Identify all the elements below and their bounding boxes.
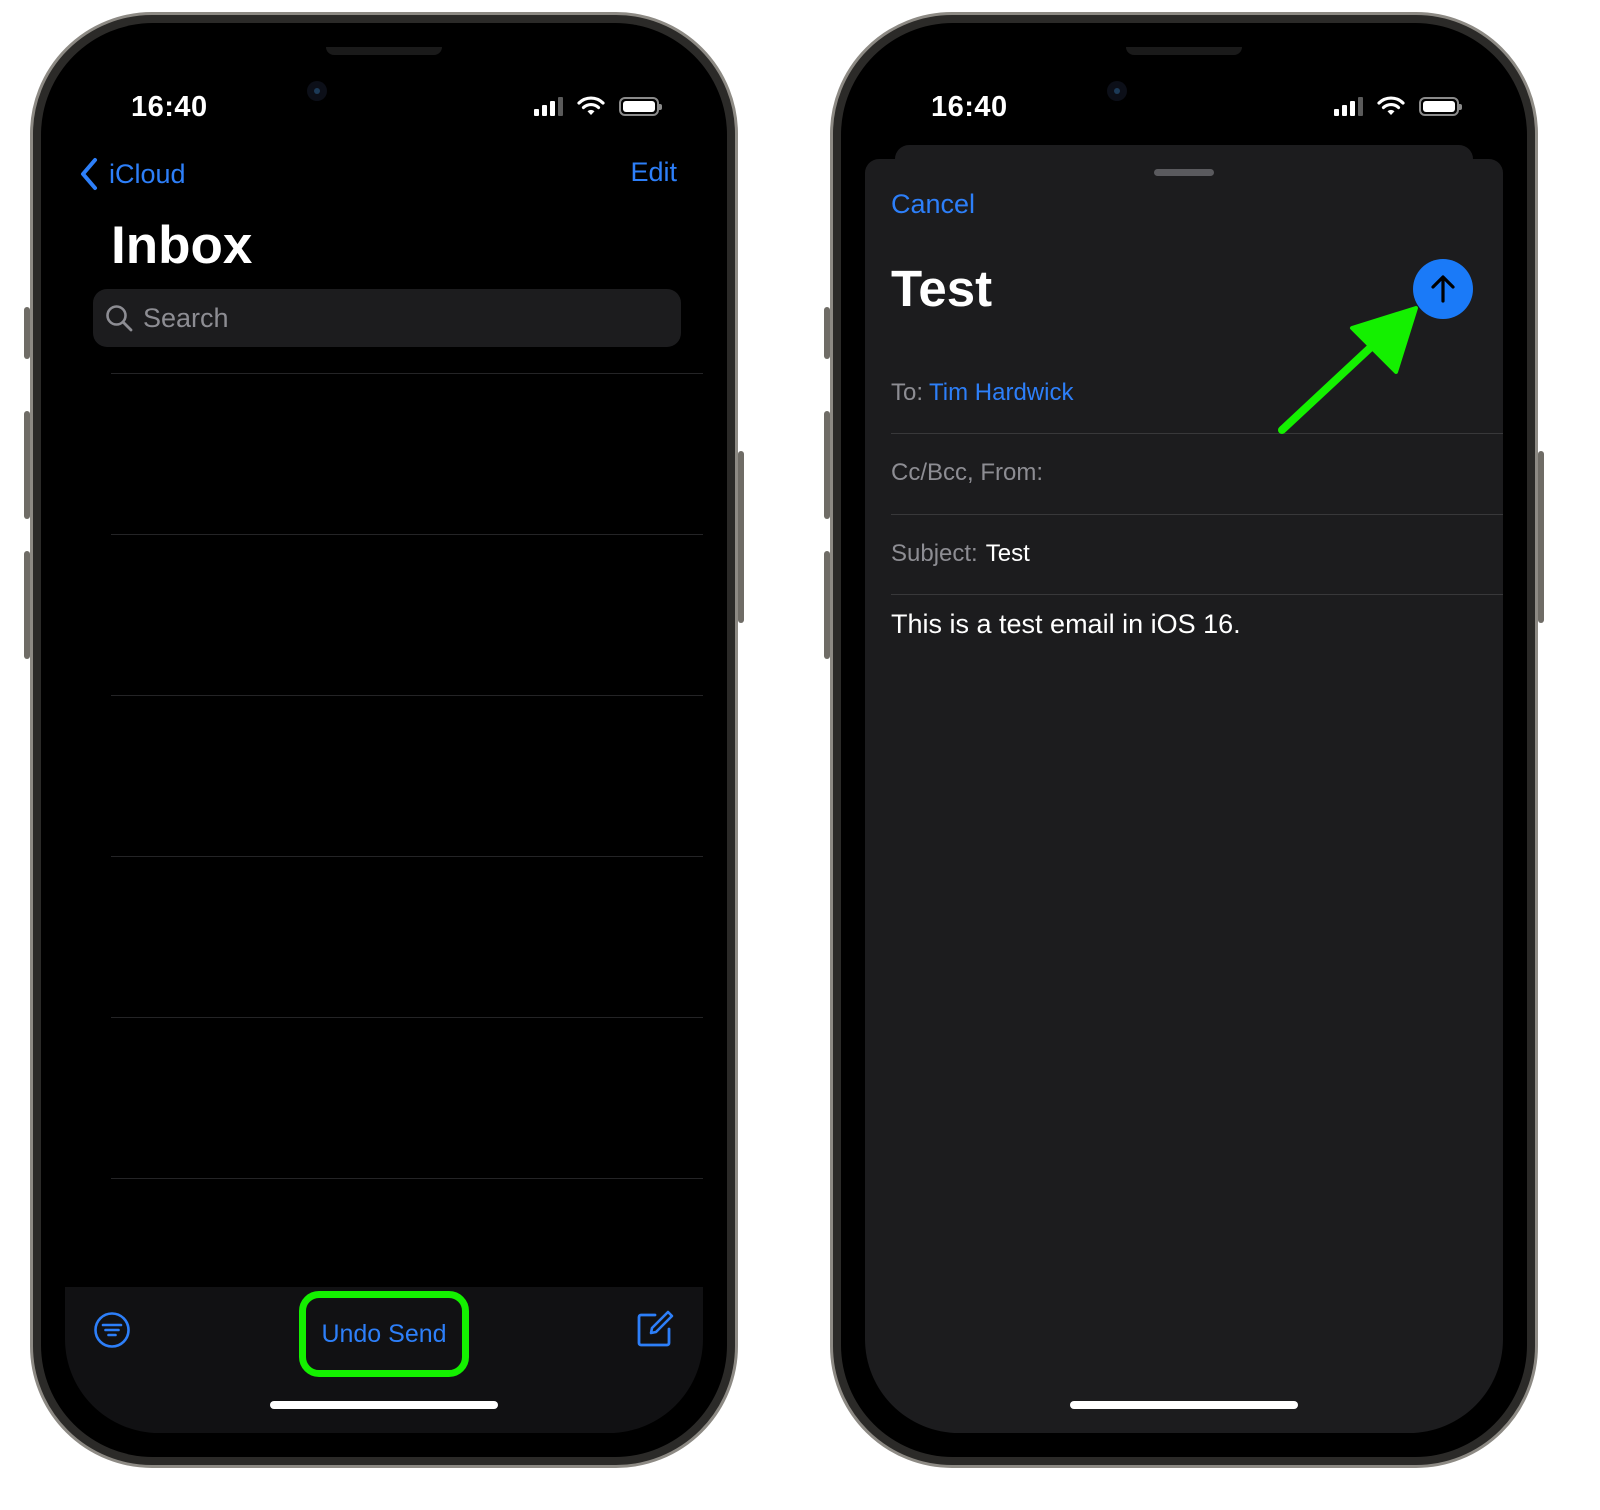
front-camera <box>307 81 327 101</box>
mute-switch <box>24 307 30 359</box>
compose-icon[interactable] <box>635 1309 675 1349</box>
list-divider <box>111 373 703 374</box>
cc-bcc-label: Cc/Bcc, From: <box>891 459 1044 486</box>
right-phone-frame: 16:40 Cancel Test To: Tim Hardwick Cc/Bc… <box>824 12 1544 1468</box>
side-button <box>738 451 744 623</box>
filter-icon[interactable] <box>93 1311 131 1349</box>
signal-icon <box>1334 96 1363 116</box>
signal-icon <box>534 96 563 116</box>
bottom-toolbar: Undo Send <box>65 1287 703 1433</box>
wifi-icon <box>1377 96 1405 115</box>
volume-up-button <box>824 411 830 519</box>
send-arrow-icon <box>1431 275 1455 303</box>
compose-title: Test <box>891 260 993 317</box>
send-button[interactable] <box>1413 259 1473 319</box>
email-body[interactable]: This is a test email in iOS 16. <box>891 609 1241 640</box>
cc-bcc-field[interactable]: Cc/Bcc, From: <box>891 459 1503 487</box>
front-camera <box>1107 81 1127 101</box>
subject-value[interactable]: Test <box>986 540 1030 567</box>
back-button[interactable]: iCloud <box>79 157 186 191</box>
status-time: 16:40 <box>931 91 1008 123</box>
page-title: Inbox <box>111 216 253 275</box>
field-divider <box>891 514 1503 515</box>
bezel: 16:40 Cancel Test To: Tim Hardwick Cc/Bc… <box>841 23 1527 1457</box>
cancel-button[interactable]: Cancel <box>891 189 975 220</box>
subject-field[interactable]: Subject: Test <box>891 540 1503 568</box>
to-label: To: <box>891 379 924 406</box>
inbox-screen: 16:40 iCloud Edit Inbox Search Undo Send <box>65 47 703 1433</box>
compose-sheet: Cancel Test To: Tim Hardwick Cc/Bcc, From… <box>865 159 1503 1433</box>
subject-label: Subject: <box>891 540 978 567</box>
to-recipient[interactable]: Tim Hardwick <box>929 379 1073 406</box>
list-divider <box>111 1178 703 1179</box>
side-button <box>1538 451 1544 623</box>
mute-switch <box>824 307 830 359</box>
volume-up-button <box>24 411 30 519</box>
search-icon <box>106 305 133 332</box>
field-divider <box>891 433 1503 434</box>
list-divider <box>111 1017 703 1018</box>
back-label: iCloud <box>109 158 186 189</box>
search-field[interactable]: Search <box>93 289 681 347</box>
battery-icon <box>1419 96 1462 116</box>
notch <box>326 47 442 55</box>
list-divider <box>111 534 703 535</box>
compose-screen: 16:40 Cancel Test To: Tim Hardwick Cc/Bc… <box>865 47 1503 1433</box>
battery-icon <box>619 96 662 116</box>
wifi-icon <box>577 96 605 115</box>
volume-down-button <box>824 551 830 659</box>
chevron-left-icon <box>81 158 97 190</box>
home-indicator <box>1070 1401 1298 1409</box>
status-icons <box>534 95 662 117</box>
left-phone-frame: 16:40 iCloud Edit Inbox Search Undo Send <box>24 12 744 1468</box>
bezel: 16:40 iCloud Edit Inbox Search Undo Send <box>41 23 727 1457</box>
status-icons <box>1334 95 1462 117</box>
to-field[interactable]: To: Tim Hardwick <box>891 379 1503 407</box>
search-placeholder: Search <box>143 302 229 333</box>
edit-button[interactable]: Edit <box>630 157 677 188</box>
home-indicator <box>270 1401 498 1409</box>
sheet-grabber[interactable] <box>1154 169 1214 176</box>
field-divider <box>891 594 1503 595</box>
undo-send-button[interactable]: Undo Send <box>299 1291 469 1377</box>
list-divider <box>111 856 703 857</box>
volume-down-button <box>24 551 30 659</box>
status-time: 16:40 <box>131 91 208 123</box>
list-divider <box>111 695 703 696</box>
notch <box>1126 47 1242 55</box>
